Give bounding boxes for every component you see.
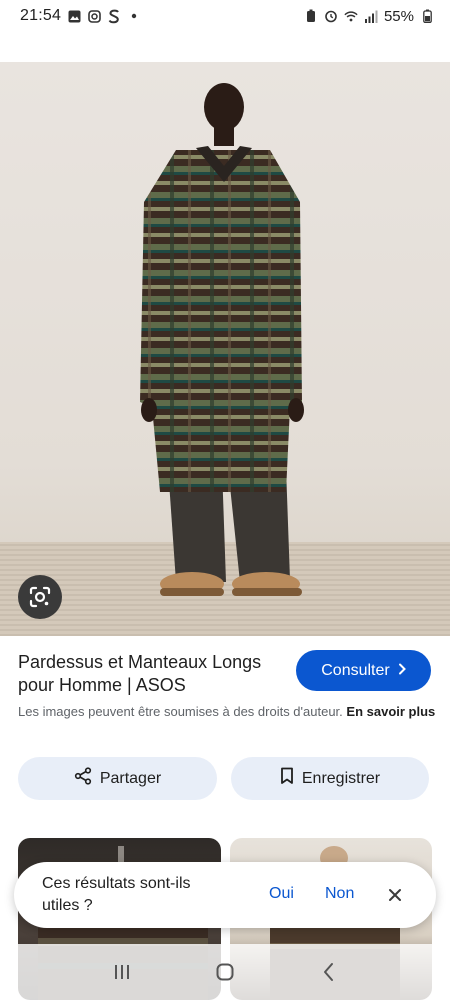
clock: 21:54 (20, 7, 62, 24)
visit-button-label: Consulter (321, 661, 390, 679)
product-image[interactable] (0, 62, 450, 636)
save-button[interactable]: Enregistrer (231, 757, 429, 800)
back-icon[interactable] (308, 952, 348, 992)
gallery-icon (67, 9, 81, 23)
copyright-notice: Les images peuvent être soumises à des d… (18, 703, 436, 721)
wifi-icon (344, 9, 358, 23)
s-app-icon (107, 9, 121, 23)
battery-percent: 55% (383, 7, 414, 25)
recent-apps-icon[interactable] (102, 952, 142, 992)
system-nav-bar (0, 944, 450, 1000)
feedback-yes-button[interactable]: Oui (269, 885, 294, 903)
share-button[interactable]: Partager (18, 757, 217, 800)
model-figure (140, 83, 304, 596)
status-right: 55% (304, 8, 434, 25)
google-lens-icon[interactable] (18, 575, 62, 619)
signal-icon (364, 9, 378, 23)
bookmark-icon (280, 767, 294, 790)
battery-saver-icon (304, 9, 318, 23)
close-icon[interactable] (384, 884, 406, 906)
visit-button[interactable]: Consulter (296, 650, 431, 691)
learn-more-link[interactable]: En savoir plus (346, 704, 435, 719)
feedback-no-button[interactable]: Non (325, 885, 354, 903)
alarm-icon (324, 9, 338, 23)
battery-icon (420, 9, 434, 23)
feedback-prompt: Ces résultats sont-ils utiles ? Oui Non (14, 862, 436, 928)
feedback-question: Ces résultats sont-ils utiles ? (42, 875, 191, 914)
home-icon[interactable] (205, 952, 245, 992)
share-icon (74, 767, 92, 790)
save-label: Enregistrer (301, 769, 381, 787)
chevron-right-icon (398, 662, 406, 680)
share-label: Partager (99, 769, 162, 787)
result-title[interactable]: Pardessus et Manteaux Longs pour Homme |… (18, 651, 278, 697)
status-bar: 21:54 55% (0, 0, 450, 32)
copyright-text: Les images peuvent être soumises à des d… (18, 704, 343, 719)
dot-icon (127, 9, 141, 23)
instagram-icon (87, 9, 101, 23)
status-left: 21:54 (20, 7, 141, 25)
